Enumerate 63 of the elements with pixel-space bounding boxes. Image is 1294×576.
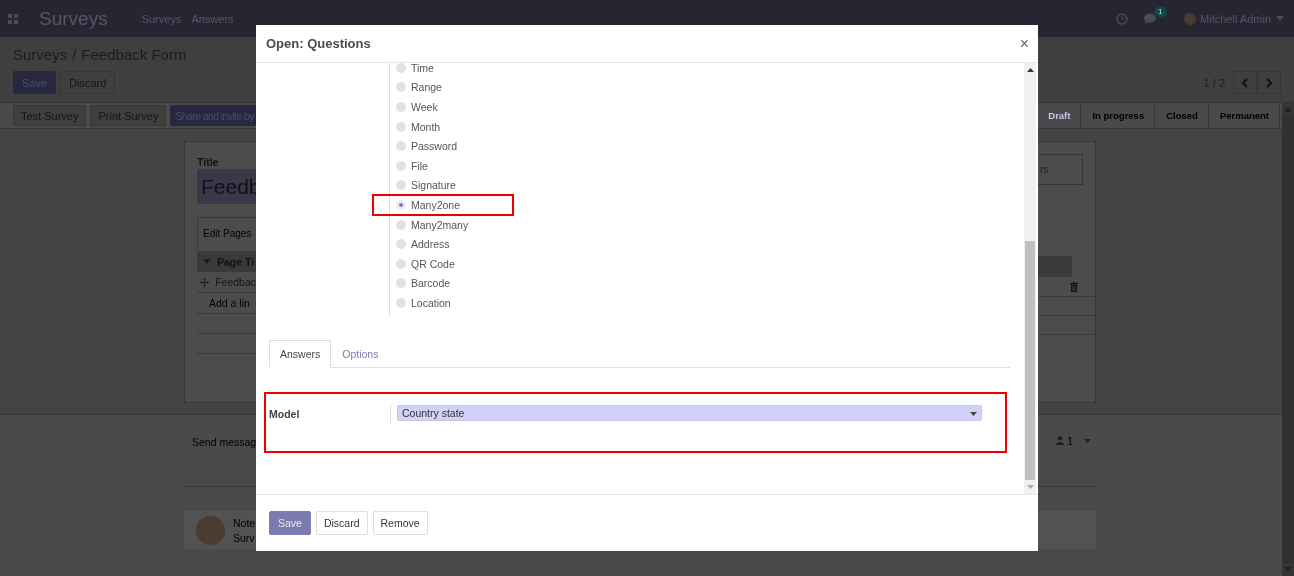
message-body: Surv	[233, 531, 256, 544]
radio-label[interactable]: Barcode	[411, 277, 451, 290]
radio-button[interactable]	[396, 63, 406, 73]
radio-button[interactable]	[396, 297, 406, 308]
dialog-button[interactable]: Remove	[372, 511, 428, 535]
user-avatar[interactable]	[1184, 12, 1197, 25]
stage-step[interactable]: Permanent	[1208, 103, 1280, 128]
table-header	[1038, 256, 1072, 277]
radio-button[interactable]	[396, 219, 406, 230]
breadcrumb-separator: /	[72, 46, 77, 65]
stage-step[interactable]: In progress	[1081, 103, 1156, 128]
radio-button[interactable]	[396, 141, 406, 152]
radio-button[interactable]	[396, 121, 406, 132]
radio-button[interactable]	[396, 199, 406, 210]
dialog-title: Open: Questions	[266, 36, 371, 51]
radio-button[interactable]	[396, 180, 406, 191]
apps-menu-icon[interactable]	[8, 13, 18, 24]
message-author: Note	[233, 516, 256, 529]
page-scrollbar[interactable]	[1282, 103, 1294, 576]
radio-button[interactable]	[396, 82, 406, 93]
radio-label[interactable]: QR Code	[411, 257, 455, 270]
radio-label[interactable]: Range	[411, 81, 442, 94]
field-label: Title	[197, 156, 220, 168]
model-select-field[interactable]: Country state	[397, 404, 982, 421]
clock-icon[interactable]	[1116, 12, 1129, 25]
trash-icon[interactable]	[1070, 281, 1078, 292]
radio-label[interactable]: Month	[411, 120, 441, 133]
radio-label[interactable]: Many2one	[411, 198, 461, 211]
radio-label[interactable]: Address	[411, 238, 450, 251]
radio-button[interactable]	[396, 278, 406, 289]
radio-label[interactable]: Week	[411, 101, 438, 113]
close-button[interactable]: ×	[1019, 34, 1029, 53]
author-avatar	[196, 515, 225, 545]
previous-button[interactable]	[1233, 71, 1257, 94]
radio-button[interactable]	[396, 102, 406, 112]
radio-label[interactable]: Password	[411, 140, 458, 153]
radio-label[interactable]: Time	[411, 63, 434, 74]
radio-button[interactable]	[396, 239, 406, 250]
add-line-link[interactable]: Add a lin	[209, 297, 250, 309]
scroll-up-icon[interactable]	[1026, 68, 1034, 72]
follower-count[interactable]: 1	[1067, 434, 1074, 447]
chevron-right-icon	[1265, 77, 1273, 88]
scroll-down-icon[interactable]	[1026, 485, 1034, 489]
message-count-badge: 1	[1154, 6, 1167, 17]
person-icon[interactable]	[1056, 436, 1064, 445]
chat-icon[interactable]	[1144, 12, 1159, 25]
tab[interactable]: Options	[331, 339, 390, 368]
chevron-left-icon	[1241, 77, 1249, 88]
field-label: Model	[269, 406, 301, 420]
radio-label[interactable]: Location	[411, 296, 451, 309]
radio-button[interactable]	[396, 160, 406, 171]
radio-label[interactable]: Many2many	[411, 218, 469, 231]
radio-label[interactable]: File	[411, 159, 428, 172]
send-message-link[interactable]: Send messag	[192, 436, 257, 448]
dialog-button[interactable]: Discard	[315, 511, 368, 535]
tab[interactable]: Answers	[269, 339, 332, 368]
radio-button[interactable]	[396, 258, 406, 269]
next-button[interactable]	[1257, 71, 1281, 94]
drag-handle-icon[interactable]	[200, 276, 210, 288]
stage-step[interactable]: Closed	[1155, 103, 1209, 128]
radio-label[interactable]: Signature	[411, 179, 456, 192]
dialog-button[interactable]: Save	[269, 511, 311, 535]
scrollbar[interactable]	[1024, 63, 1036, 494]
